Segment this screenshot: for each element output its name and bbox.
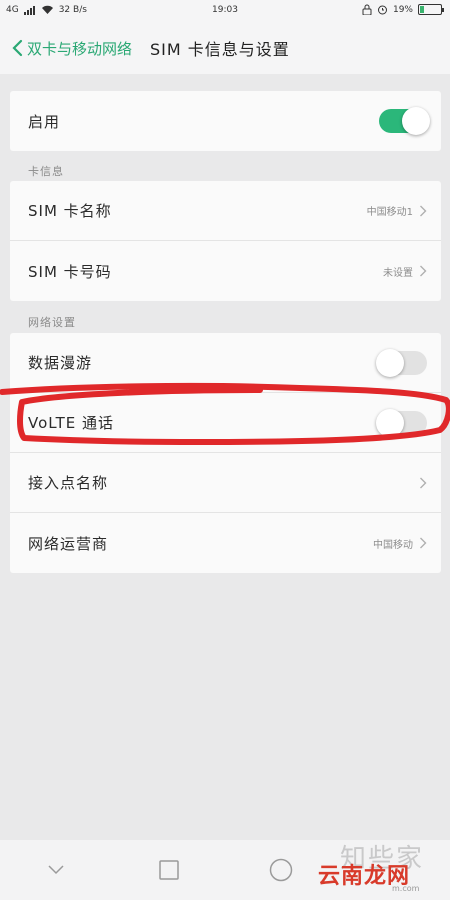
volte-toggle[interactable] — [376, 408, 427, 437]
enable-label: 启用 — [28, 112, 61, 131]
data-roaming-toggle[interactable] — [376, 348, 427, 377]
battery-percent: 19% — [392, 4, 413, 15]
chevron-down-icon — [48, 865, 64, 875]
lock-icon — [362, 4, 372, 15]
carrier-label: 网络运营商 — [28, 534, 109, 553]
header: 双卡与移动网络 SIM 卡信息与设置 — [0, 22, 450, 74]
sim-number-value: 未设置 — [383, 267, 413, 279]
enable-toggle[interactable] — [379, 107, 430, 135]
back-button[interactable]: 双卡与移动网络 — [0, 38, 132, 59]
network-settings-card: 数据漫游 VoLTE 通话 接入点名称 网络运营商 中国移动 — [10, 333, 441, 573]
chevron-right-icon — [420, 477, 427, 488]
enable-card: 启用 — [10, 91, 441, 151]
square-icon — [159, 860, 179, 880]
toggle-knob — [402, 107, 430, 135]
sim-name-label: SIM 卡名称 — [28, 202, 112, 220]
volte-row[interactable]: VoLTE 通话 — [10, 393, 441, 453]
sim-name-row[interactable]: SIM 卡名称 中国移动1 — [10, 181, 441, 241]
carrier-value: 中国移动 — [373, 539, 413, 551]
battery-icon — [418, 4, 444, 15]
apn-row[interactable]: 接入点名称 — [10, 453, 441, 513]
apn-label: 接入点名称 — [28, 474, 109, 492]
back-label: 双卡与移动网络 — [27, 39, 133, 58]
carrier-row[interactable]: 网络运营商 中国移动 — [10, 513, 441, 573]
toggle-knob — [376, 408, 404, 437]
card-info-card: SIM 卡名称 中国移动1 SIM 卡号码 未设置 — [10, 181, 441, 301]
nav-recents-button[interactable] — [149, 850, 189, 890]
page-title: SIM 卡信息与设置 — [150, 40, 290, 59]
chevron-right-icon — [420, 205, 427, 216]
battery-fill — [420, 6, 424, 13]
nav-back-button[interactable] — [36, 850, 76, 890]
data-roaming-label: 数据漫游 — [28, 354, 93, 372]
enable-row[interactable]: 启用 — [10, 91, 441, 151]
status-bar: 4G 32 B/s 19:03 19% — [0, 0, 450, 22]
sim-number-label: SIM 卡号码 — [28, 262, 112, 281]
toggle-knob — [376, 348, 404, 377]
sim-number-row[interactable]: SIM 卡号码 未设置 — [10, 241, 441, 301]
nav-home-button[interactable] — [261, 850, 301, 890]
section-network-settings: 网络设置 — [28, 316, 76, 329]
volte-label: VoLTE 通话 — [28, 414, 114, 432]
chevron-right-icon — [420, 265, 427, 277]
watermark-url: m.com — [392, 884, 420, 893]
alarm-icon — [377, 5, 387, 15]
chevron-left-icon — [12, 39, 23, 57]
circle-icon — [270, 858, 293, 882]
chevron-right-icon — [420, 537, 427, 549]
data-roaming-row[interactable]: 数据漫游 — [10, 333, 441, 393]
sim-name-value: 中国移动1 — [366, 207, 413, 218]
section-card-info: 卡信息 — [28, 165, 64, 178]
